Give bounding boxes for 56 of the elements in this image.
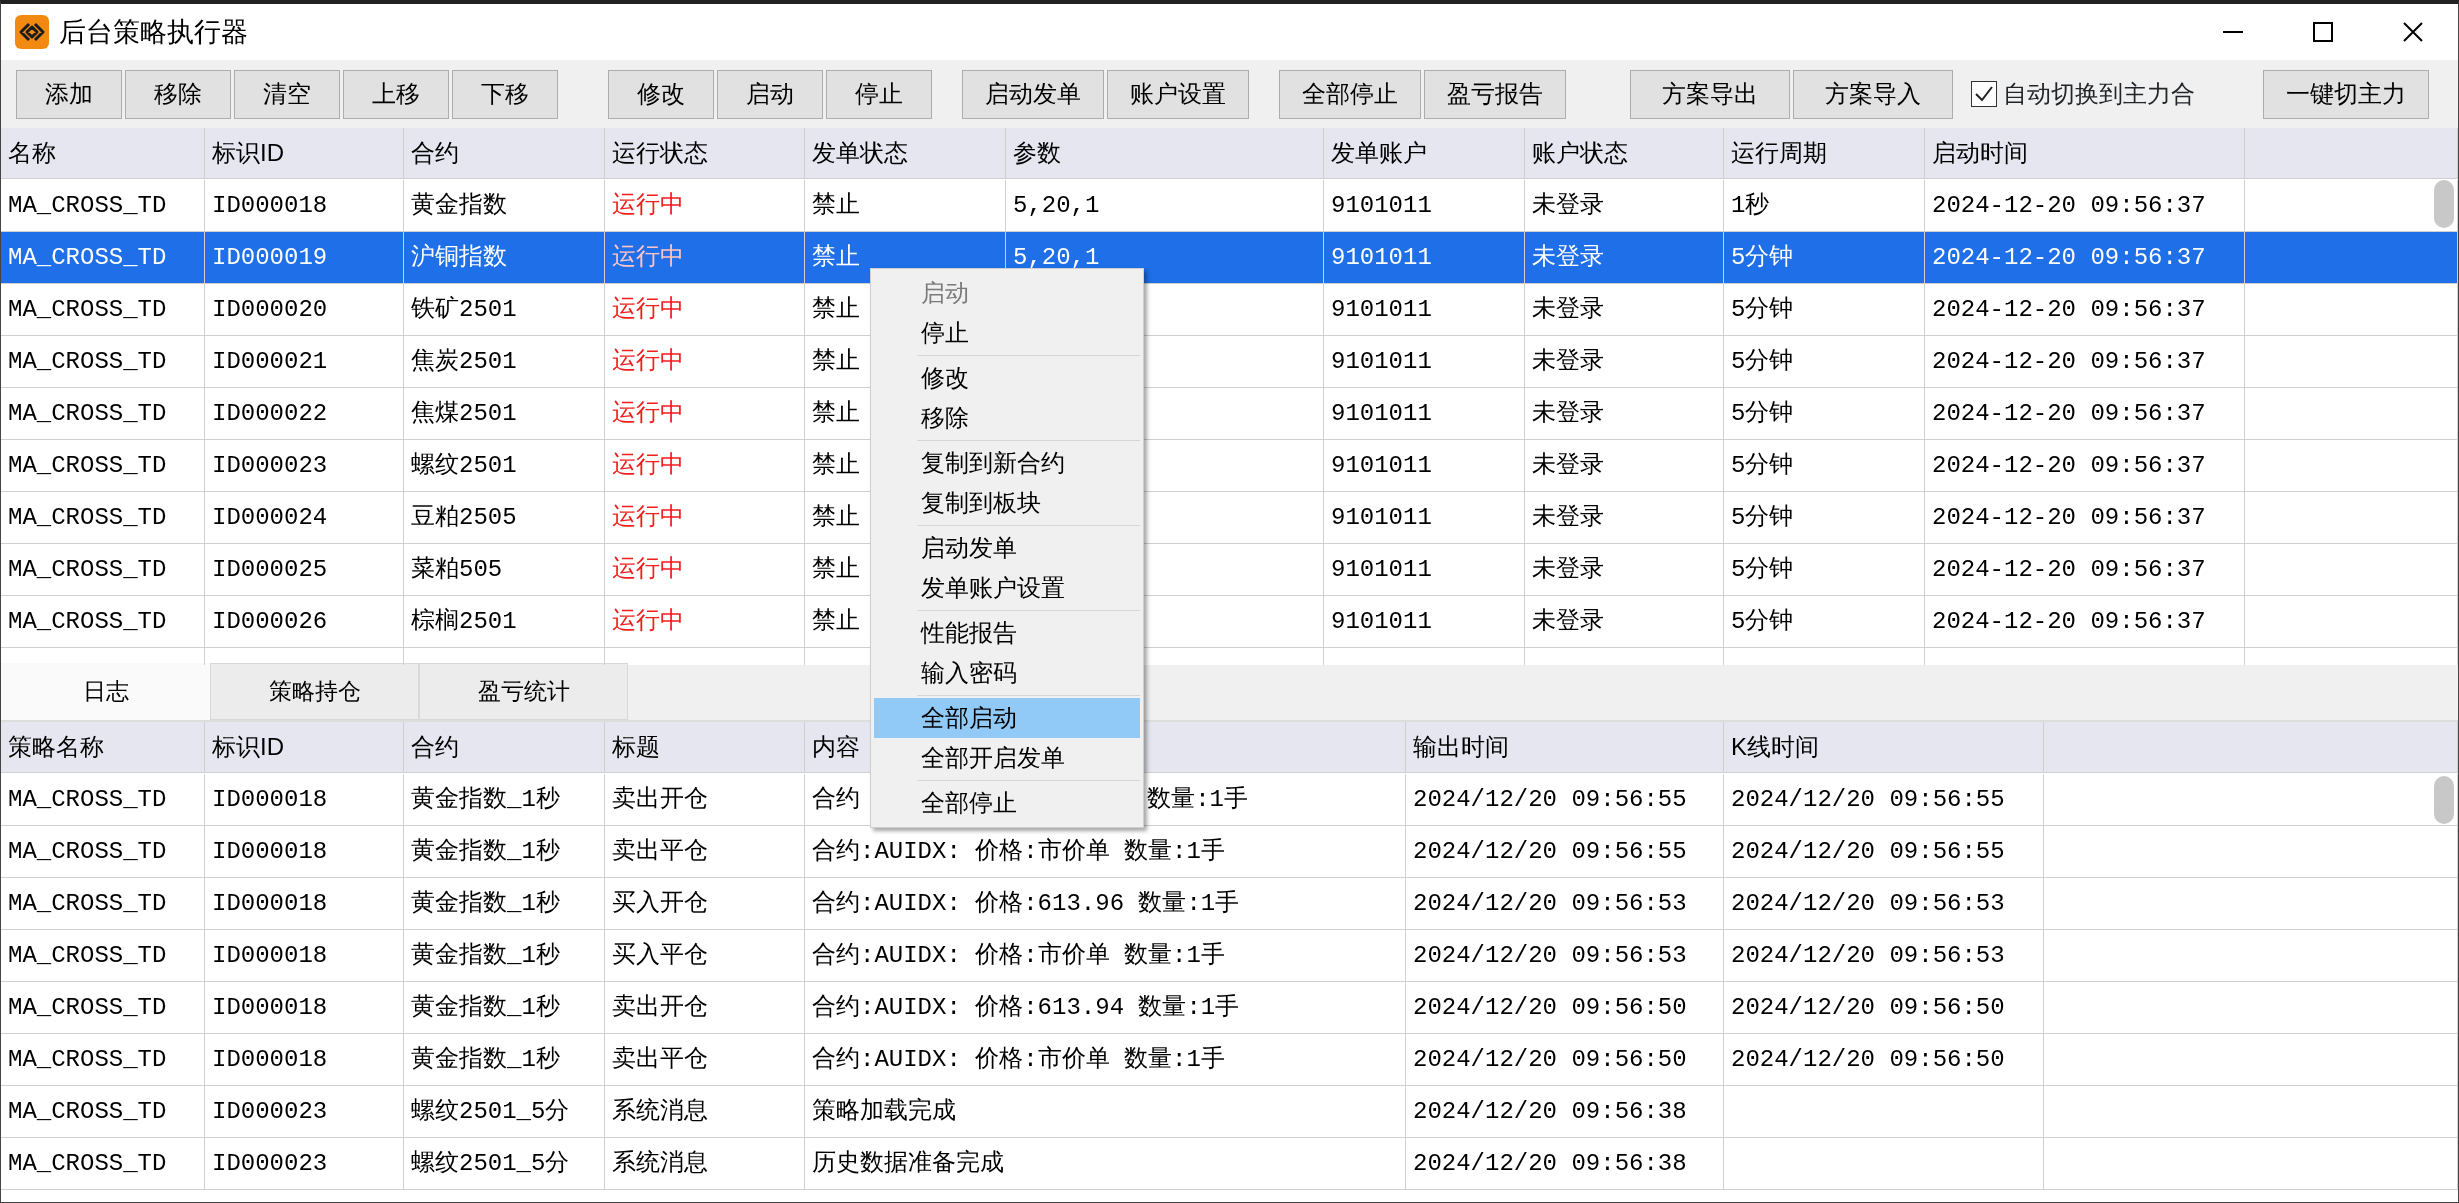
table-cell: 黄金指数_1秒 (404, 1034, 605, 1086)
table-cell: 螺纹2501_5分 (404, 1138, 605, 1190)
table-cell: 系统消息 (605, 1086, 805, 1138)
table-cell: ID000018 (205, 774, 404, 826)
table-cell: 合约:AUIDX: 价格:613.94 数量:1手 (805, 982, 1406, 1034)
table-cell: 螺纹2501_5分 (404, 1086, 605, 1138)
table-cell-text: 合约 (812, 784, 860, 815)
table-cell: 2024/12/20 09:56:55 (1724, 826, 2044, 878)
table-cell: ID000018 (205, 826, 404, 878)
table-cell: 2024/12/20 09:56:53 (1406, 930, 1724, 982)
table-cell: ID000018 (205, 1034, 404, 1086)
table-cell-text: 数量:1手 (1147, 784, 1248, 815)
table-cell: 系统消息 (605, 1138, 805, 1190)
table-cell: MA_CROSS_TD (1, 982, 205, 1034)
table-cell: 历史数据准备完成 (805, 1138, 1406, 1190)
table-cell: 2024/12/20 09:56:55 (1724, 774, 2044, 826)
table-cell: 黄金指数_1秒 (404, 878, 605, 930)
table-cell: 黄金指数_1秒 (404, 982, 605, 1034)
table-cell: 卖出开仓 (605, 982, 805, 1034)
table-cell: 卖出开仓 (605, 774, 805, 826)
table-cell: MA_CROSS_TD (1, 878, 205, 930)
table-cell: 合约:AUIDX: 价格:613.96 数量:1手 (805, 878, 1406, 930)
table-cell: 买入平仓 (605, 930, 805, 982)
table-cell: MA_CROSS_TD (1, 774, 205, 826)
window-title: 后台策略执行器 (59, 15, 248, 49)
table-cell: 黄金指数_1秒 (404, 930, 605, 982)
table-cell: 2024/12/20 09:56:50 (1406, 982, 1724, 1034)
table-cell: 2024/12/20 09:56:55 (1406, 826, 1724, 878)
table-cell: 2024/12/20 09:56:53 (1724, 878, 2044, 930)
table-cell: 2024/12/20 09:56:38 (1406, 1138, 1724, 1190)
table-cell: 2024/12/20 09:56:50 (1724, 982, 2044, 1034)
table-cell: 2024/12/20 09:56:38 (1406, 1086, 1724, 1138)
table-cell: 卖出平仓 (605, 1034, 805, 1086)
table-cell: ID000018 (205, 930, 404, 982)
table-cell: MA_CROSS_TD (1, 1034, 205, 1086)
table-cell: MA_CROSS_TD (1, 1138, 205, 1190)
table-cell: MA_CROSS_TD (1, 826, 205, 878)
table-cell: ID000018 (205, 878, 404, 930)
table-cell: ID000023 (205, 1138, 404, 1190)
table-cell: 合约:AUIDX: 价格:市价单 数量:1手 (805, 930, 1406, 982)
table-cell: 2024/12/20 09:56:53 (1406, 878, 1724, 930)
table-cell: 2024/12/20 09:56:53 (1724, 930, 2044, 982)
table-cell: 合约:AUIDX: 价格:市价单 数量:1手 (805, 1034, 1406, 1086)
table-cell: MA_CROSS_TD (1, 930, 205, 982)
table-cell: 2024/12/20 09:56:50 (1724, 1034, 2044, 1086)
table-cell: ID000023 (205, 1086, 404, 1138)
checkbox-label: 自动切换到主力合 (2003, 79, 2195, 109)
table-cell: 2024/12/20 09:56:55 (1406, 774, 1724, 826)
table-cell: 2024/12/20 09:56:50 (1406, 1034, 1724, 1086)
table-cell: 黄金指数_1秒 (404, 826, 605, 878)
table-cell: 买入开仓 (605, 878, 805, 930)
table-cell: 卖出平仓 (605, 826, 805, 878)
table-cell: ID000018 (205, 982, 404, 1034)
table-cell: MA_CROSS_TD (1, 1086, 205, 1138)
table-cell: 黄金指数_1秒 (404, 774, 605, 826)
table-cell: 策略加载完成 (805, 1086, 1406, 1138)
